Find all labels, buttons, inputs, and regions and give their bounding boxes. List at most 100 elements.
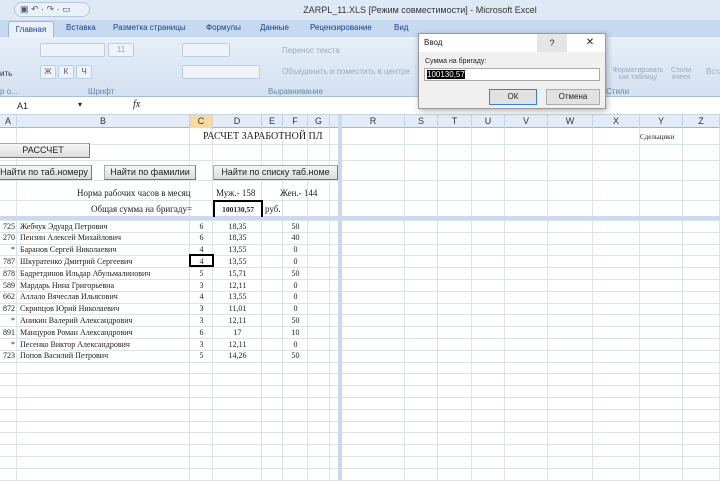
calculate-button[interactable]: РАССЧЕТ: [0, 143, 90, 158]
tab-number-cell[interactable]: 589: [0, 281, 17, 290]
employee-name-cell[interactable]: Скрипцов Юрий Николаевич: [20, 304, 190, 313]
column-header-u[interactable]: U: [472, 115, 505, 128]
column-header-t[interactable]: T: [438, 115, 472, 128]
tab-number-cell[interactable]: 891: [0, 328, 17, 337]
grade-cell[interactable]: 4: [190, 292, 213, 301]
find-by-tab-number-button[interactable]: Найти по таб.номеру: [0, 165, 92, 180]
column-header-c[interactable]: C: [190, 115, 213, 128]
insert-cells-button[interactable]: Вста: [706, 67, 720, 76]
name-box[interactable]: A1: [0, 100, 85, 113]
tab-number-cell[interactable]: 878: [0, 269, 17, 278]
bonus-percent-cell[interactable]: 10: [283, 328, 308, 337]
grade-cell[interactable]: 6: [190, 222, 213, 231]
tab-number-cell[interactable]: 270: [0, 233, 17, 242]
tab-home[interactable]: Главная: [8, 21, 54, 38]
font-size-select[interactable]: 11: [108, 43, 134, 57]
hourly-rate-cell[interactable]: 18,35: [213, 222, 262, 231]
tab-data[interactable]: Данные: [260, 23, 289, 32]
column-header-v[interactable]: V: [505, 115, 548, 128]
tab-review[interactable]: Рецензирование: [310, 23, 372, 32]
employee-name-cell[interactable]: Попов Василий Петрович: [20, 351, 190, 360]
total-value-cell[interactable]: 100130,57: [213, 200, 263, 217]
bonus-percent-cell[interactable]: 50: [283, 222, 308, 231]
cancel-button[interactable]: Отмена: [546, 89, 600, 105]
bonus-percent-cell[interactable]: 40: [283, 233, 308, 242]
employee-name-cell[interactable]: Баранов Сергей Николаевич: [20, 245, 190, 254]
amount-input[interactable]: 100130,57: [424, 68, 600, 81]
employee-name-cell[interactable]: Манцуров Роман Александрович: [20, 328, 190, 337]
hourly-rate-cell[interactable]: 11,01: [213, 304, 262, 313]
employee-name-cell[interactable]: Пензин Алексей Михайлович: [20, 233, 190, 242]
bonus-percent-cell[interactable]: 0: [283, 340, 308, 349]
hourly-rate-cell[interactable]: 13,55: [213, 292, 262, 301]
column-header-w[interactable]: W: [548, 115, 593, 128]
grade-cell[interactable]: 5: [190, 269, 213, 278]
cell-styles-button[interactable]: Стили ячеек: [668, 67, 694, 81]
tab-view[interactable]: Вид: [394, 23, 408, 32]
employee-name-cell[interactable]: Песенко Виктор Александрович: [20, 340, 190, 349]
vertical-split-bar[interactable]: [338, 115, 342, 480]
grade-cell[interactable]: 3: [190, 281, 213, 290]
bonus-percent-cell[interactable]: 0: [283, 281, 308, 290]
bonus-percent-cell[interactable]: 0: [283, 257, 308, 266]
column-header-a[interactable]: A: [0, 115, 17, 128]
grade-cell[interactable]: 3: [190, 340, 213, 349]
bonus-percent-cell[interactable]: 0: [283, 245, 308, 254]
grade-cell[interactable]: 3: [190, 316, 213, 325]
employee-name-cell[interactable]: Шкуратенко Дмитрий Сергеевич: [20, 257, 190, 266]
grade-cell[interactable]: 6: [190, 328, 213, 337]
bonus-percent-cell[interactable]: 50: [283, 269, 308, 278]
wrap-text-button[interactable]: Перенос текста: [282, 46, 340, 55]
employee-name-cell[interactable]: Мардарь Нина Григорьевна: [20, 281, 190, 290]
employee-name-cell[interactable]: Аникин Валерий Александрович: [20, 316, 190, 325]
hourly-rate-cell[interactable]: 15,71: [213, 269, 262, 278]
hourly-rate-cell[interactable]: 13,55: [213, 257, 262, 266]
merge-center-button[interactable]: Объединить и поместить в центре: [282, 67, 410, 76]
tab-number-cell[interactable]: *: [0, 340, 17, 349]
find-by-list-button[interactable]: Найти по списку таб.номе: [213, 165, 338, 180]
hourly-rate-cell[interactable]: 12,11: [213, 281, 262, 290]
grade-cell[interactable]: 4: [190, 245, 213, 254]
tab-number-cell[interactable]: 725: [0, 222, 17, 231]
bonus-percent-cell[interactable]: 0: [283, 304, 308, 313]
underline-button[interactable]: Ч: [76, 65, 92, 79]
bonus-percent-cell[interactable]: 50: [283, 351, 308, 360]
employee-name-cell[interactable]: Аллало Вячеслав Ильясович: [20, 292, 190, 301]
bonus-percent-cell[interactable]: 0: [283, 292, 308, 301]
hourly-rate-cell[interactable]: 17: [213, 328, 262, 337]
column-header-d[interactable]: D: [213, 115, 262, 128]
italic-button[interactable]: К: [58, 65, 74, 79]
horizontal-align-buttons[interactable]: [182, 65, 260, 79]
grade-cell[interactable]: 6: [190, 233, 213, 242]
tab-number-cell[interactable]: 872: [0, 304, 17, 313]
paste-button[interactable]: ить: [0, 69, 12, 78]
format-as-table-button[interactable]: Форматировать как таблицу: [608, 67, 668, 81]
active-cell-cursor[interactable]: [189, 254, 214, 267]
tab-number-cell[interactable]: 787: [0, 257, 17, 266]
bonus-percent-cell[interactable]: 50: [283, 316, 308, 325]
grade-cell[interactable]: 3: [190, 304, 213, 313]
chevron-down-icon[interactable]: ▾: [78, 100, 82, 109]
tab-insert[interactable]: Вставка: [66, 23, 96, 32]
tab-number-cell[interactable]: 662: [0, 292, 17, 301]
grade-cell[interactable]: 5: [190, 351, 213, 360]
bold-button[interactable]: Ж: [40, 65, 56, 79]
column-header-r[interactable]: R: [342, 115, 405, 128]
ok-button[interactable]: ОК: [489, 89, 537, 105]
column-header-b[interactable]: B: [17, 115, 190, 128]
hourly-rate-cell[interactable]: 12,11: [213, 316, 262, 325]
employee-name-cell[interactable]: Жебчук Эдуард Петрович: [20, 222, 190, 231]
column-header-g[interactable]: G: [308, 115, 330, 128]
column-header-e[interactable]: E: [262, 115, 283, 128]
tab-page-layout[interactable]: Разметка страницы: [113, 23, 186, 32]
tab-number-cell[interactable]: 723: [0, 351, 17, 360]
fx-icon[interactable]: fx: [133, 99, 140, 110]
tab-number-cell[interactable]: *: [0, 316, 17, 325]
horizontal-split-bar[interactable]: [0, 216, 720, 220]
hourly-rate-cell[interactable]: 12,11: [213, 340, 262, 349]
employee-name-cell[interactable]: Бадретдинов Ильдар Абульмалинович: [20, 269, 190, 278]
column-header-z[interactable]: Z: [683, 115, 720, 128]
help-button[interactable]: ?: [537, 34, 567, 52]
hourly-rate-cell[interactable]: 13,55: [213, 245, 262, 254]
column-header-x[interactable]: X: [593, 115, 640, 128]
